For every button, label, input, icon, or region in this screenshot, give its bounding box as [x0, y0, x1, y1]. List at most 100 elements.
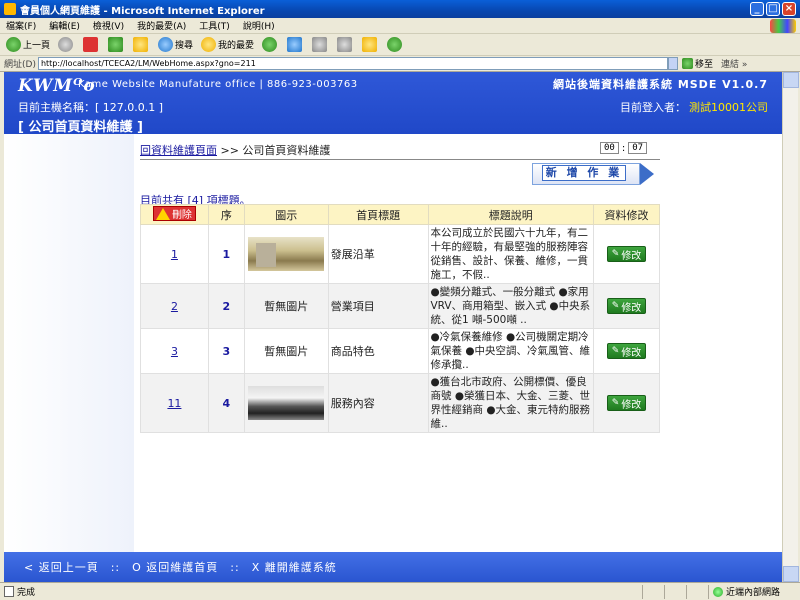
- edit-label: 修改: [621, 302, 642, 314]
- timer-seconds: 07: [628, 142, 648, 154]
- table-row: 11 4 服務內容 ●獲台北市政府、公開標價、優良商號 ●榮獲日本、大金、三菱、…: [140, 373, 660, 433]
- ie-icon: [4, 3, 16, 15]
- back-link[interactable]: < 返回上一頁: [24, 559, 99, 575]
- row-seq: 3: [222, 344, 231, 358]
- edit-button[interactable]: ✎ 修改: [606, 343, 647, 359]
- menu-tools[interactable]: 工具(T): [199, 19, 230, 32]
- row-id-link[interactable]: 3: [171, 345, 178, 358]
- search-label: 搜尋: [175, 41, 194, 51]
- vertical-scrollbar[interactable]: [782, 72, 799, 582]
- scroll-down-icon[interactable]: [783, 566, 799, 582]
- row-desc: 本公司成立於民國六十九年，有二十年的經驗，有最堅強的服務陣容從銷售、設計、保養、…: [427, 224, 595, 284]
- warning-icon: [155, 207, 170, 220]
- edit-button[interactable]: ✎ 修改: [606, 395, 647, 411]
- go-button[interactable]: 移至: [681, 57, 713, 70]
- favorites-button[interactable]: 我的最愛: [201, 37, 254, 52]
- col-delete: 刪除: [140, 204, 209, 225]
- homepage-table: 刪除 序 圖示 首頁標題 標題說明 資料修改 1 1 發展沿革 本公司成立於民國…: [140, 204, 660, 433]
- window-title: 會員個人網頁維護 - Microsoft Internet Explorer: [20, 5, 265, 17]
- edit-button[interactable]: ✎ 修改: [606, 246, 647, 262]
- home-link[interactable]: O 返回維護首頁: [132, 559, 218, 575]
- address-label: 網址(D): [4, 60, 36, 70]
- left-sidebar: [4, 134, 134, 552]
- edit-label: 修改: [621, 399, 642, 411]
- home-icon: [133, 37, 149, 52]
- delete-button[interactable]: 刪除: [152, 206, 196, 222]
- history-icon: [262, 37, 278, 52]
- col-image: 圖示: [243, 204, 329, 225]
- back-label: 上一頁: [23, 41, 51, 51]
- home-button[interactable]: [133, 37, 150, 52]
- table-header-row: 刪除 序 圖示 首頁標題 標題說明 資料修改: [140, 204, 660, 225]
- minimize-button[interactable]: _: [750, 2, 764, 16]
- row-seq: 4: [222, 396, 231, 410]
- refresh-button[interactable]: [108, 37, 125, 52]
- row-id-link[interactable]: 2: [171, 300, 178, 313]
- page-title: [ 公司首頁資料維護 ]: [18, 120, 143, 135]
- row-desc: ●變頻分離式、一般分離式 ●家用VRV、商用箱型、嵌入式 ●中央系統、從1 噸-…: [427, 283, 595, 329]
- address-dropdown[interactable]: [667, 57, 678, 70]
- status-text: 完成: [17, 588, 36, 598]
- wrench-icon: ✎: [611, 346, 620, 356]
- row-desc: ●冷氣保養維修 ●公司機關定期冷氣保養 ●中央空調、冷氣風管、維修承攬..: [427, 328, 595, 374]
- row-id-link[interactable]: 11: [167, 397, 181, 410]
- folder-button[interactable]: [362, 37, 379, 52]
- col-seq: 序: [207, 204, 245, 225]
- links-button[interactable]: 連結 »: [721, 57, 747, 70]
- menu-edit[interactable]: 編輯(E): [49, 19, 80, 32]
- login-label: 目前登入者：: [620, 101, 686, 114]
- edit-button[interactable]: ✎ 修改: [606, 298, 647, 314]
- search-button[interactable]: 搜尋: [158, 37, 193, 52]
- zone-label: 近端內部網路: [726, 588, 781, 598]
- row-seq: 2: [222, 299, 231, 313]
- address-input[interactable]: http://localhost/TCECA2/LM/WebHome.aspx?…: [37, 57, 668, 70]
- stop-button[interactable]: [83, 37, 100, 52]
- wrench-icon: ✎: [611, 301, 620, 311]
- edit-label: 修改: [621, 347, 642, 359]
- edit-page-button[interactable]: [337, 37, 354, 52]
- menu-view[interactable]: 檢視(V): [93, 19, 124, 32]
- table-row: 3 3 暫無圖片 商品特色 ●冷氣保養維修 ●公司機關定期冷氣保養 ●中央空調、…: [140, 328, 660, 374]
- maximize-button[interactable]: □: [766, 2, 780, 16]
- forward-button[interactable]: [58, 37, 75, 52]
- row-no-image: 暫無圖片: [243, 283, 329, 329]
- status-left: 完成: [0, 585, 642, 598]
- add-button-label: 新 增 作 業: [542, 165, 626, 181]
- menu-favorites[interactable]: 我的最愛(A): [137, 19, 186, 32]
- print-icon: [312, 37, 328, 52]
- close-button[interactable]: ×: [782, 2, 796, 16]
- system-title: 網站後端資料維護系統 MSDE V1.0.7: [552, 78, 768, 91]
- footer-nav: < 返回上一頁 :: O 返回維護首頁 :: X 離開維護系統: [4, 552, 782, 582]
- menu-help[interactable]: 說明(H): [243, 19, 275, 32]
- forward-arrow-icon: [58, 37, 74, 52]
- wrench-icon: ✎: [611, 249, 620, 259]
- windows-logo-icon: [770, 18, 796, 33]
- page-icon: [4, 586, 14, 597]
- row-title: 發展沿革: [327, 224, 429, 284]
- add-button[interactable]: 新 增 作 業: [532, 163, 658, 185]
- status-segment: [686, 584, 708, 599]
- row-title: 商品特色: [327, 328, 429, 374]
- exit-link[interactable]: X 離開維護系統: [252, 559, 337, 575]
- row-seq: 1: [222, 247, 231, 261]
- mail-button[interactable]: [287, 37, 304, 52]
- back-arrow-icon: [6, 37, 21, 52]
- messenger-button[interactable]: [387, 37, 404, 52]
- print-button[interactable]: [312, 37, 329, 52]
- back-button[interactable]: 上一頁: [6, 37, 50, 52]
- menu-file[interactable]: 檔案(F): [6, 19, 36, 32]
- history-button[interactable]: [262, 37, 279, 52]
- arrow-right-icon: [640, 163, 654, 185]
- timer-separator: :: [621, 142, 626, 154]
- go-label: 移至: [694, 60, 713, 70]
- login-user: 測試10001公司: [689, 101, 768, 114]
- breadcrumb-link[interactable]: 回資料維護頁面: [140, 144, 217, 157]
- timer-minutes: 00: [600, 142, 619, 154]
- delete-label: 刪除: [171, 210, 192, 222]
- row-desc: ●獲台北市政府、公開標價、優良商號 ●榮獲日本、大金、三菱、世界性經銷商 ●大金…: [427, 373, 595, 433]
- wrench-icon: ✎: [611, 398, 620, 408]
- row-thumbnail: [248, 237, 325, 271]
- row-id-link[interactable]: 1: [171, 248, 178, 261]
- scroll-up-icon[interactable]: [783, 72, 799, 88]
- site-header: KWMᴼo Kame Website Manufature office | 8…: [4, 72, 782, 135]
